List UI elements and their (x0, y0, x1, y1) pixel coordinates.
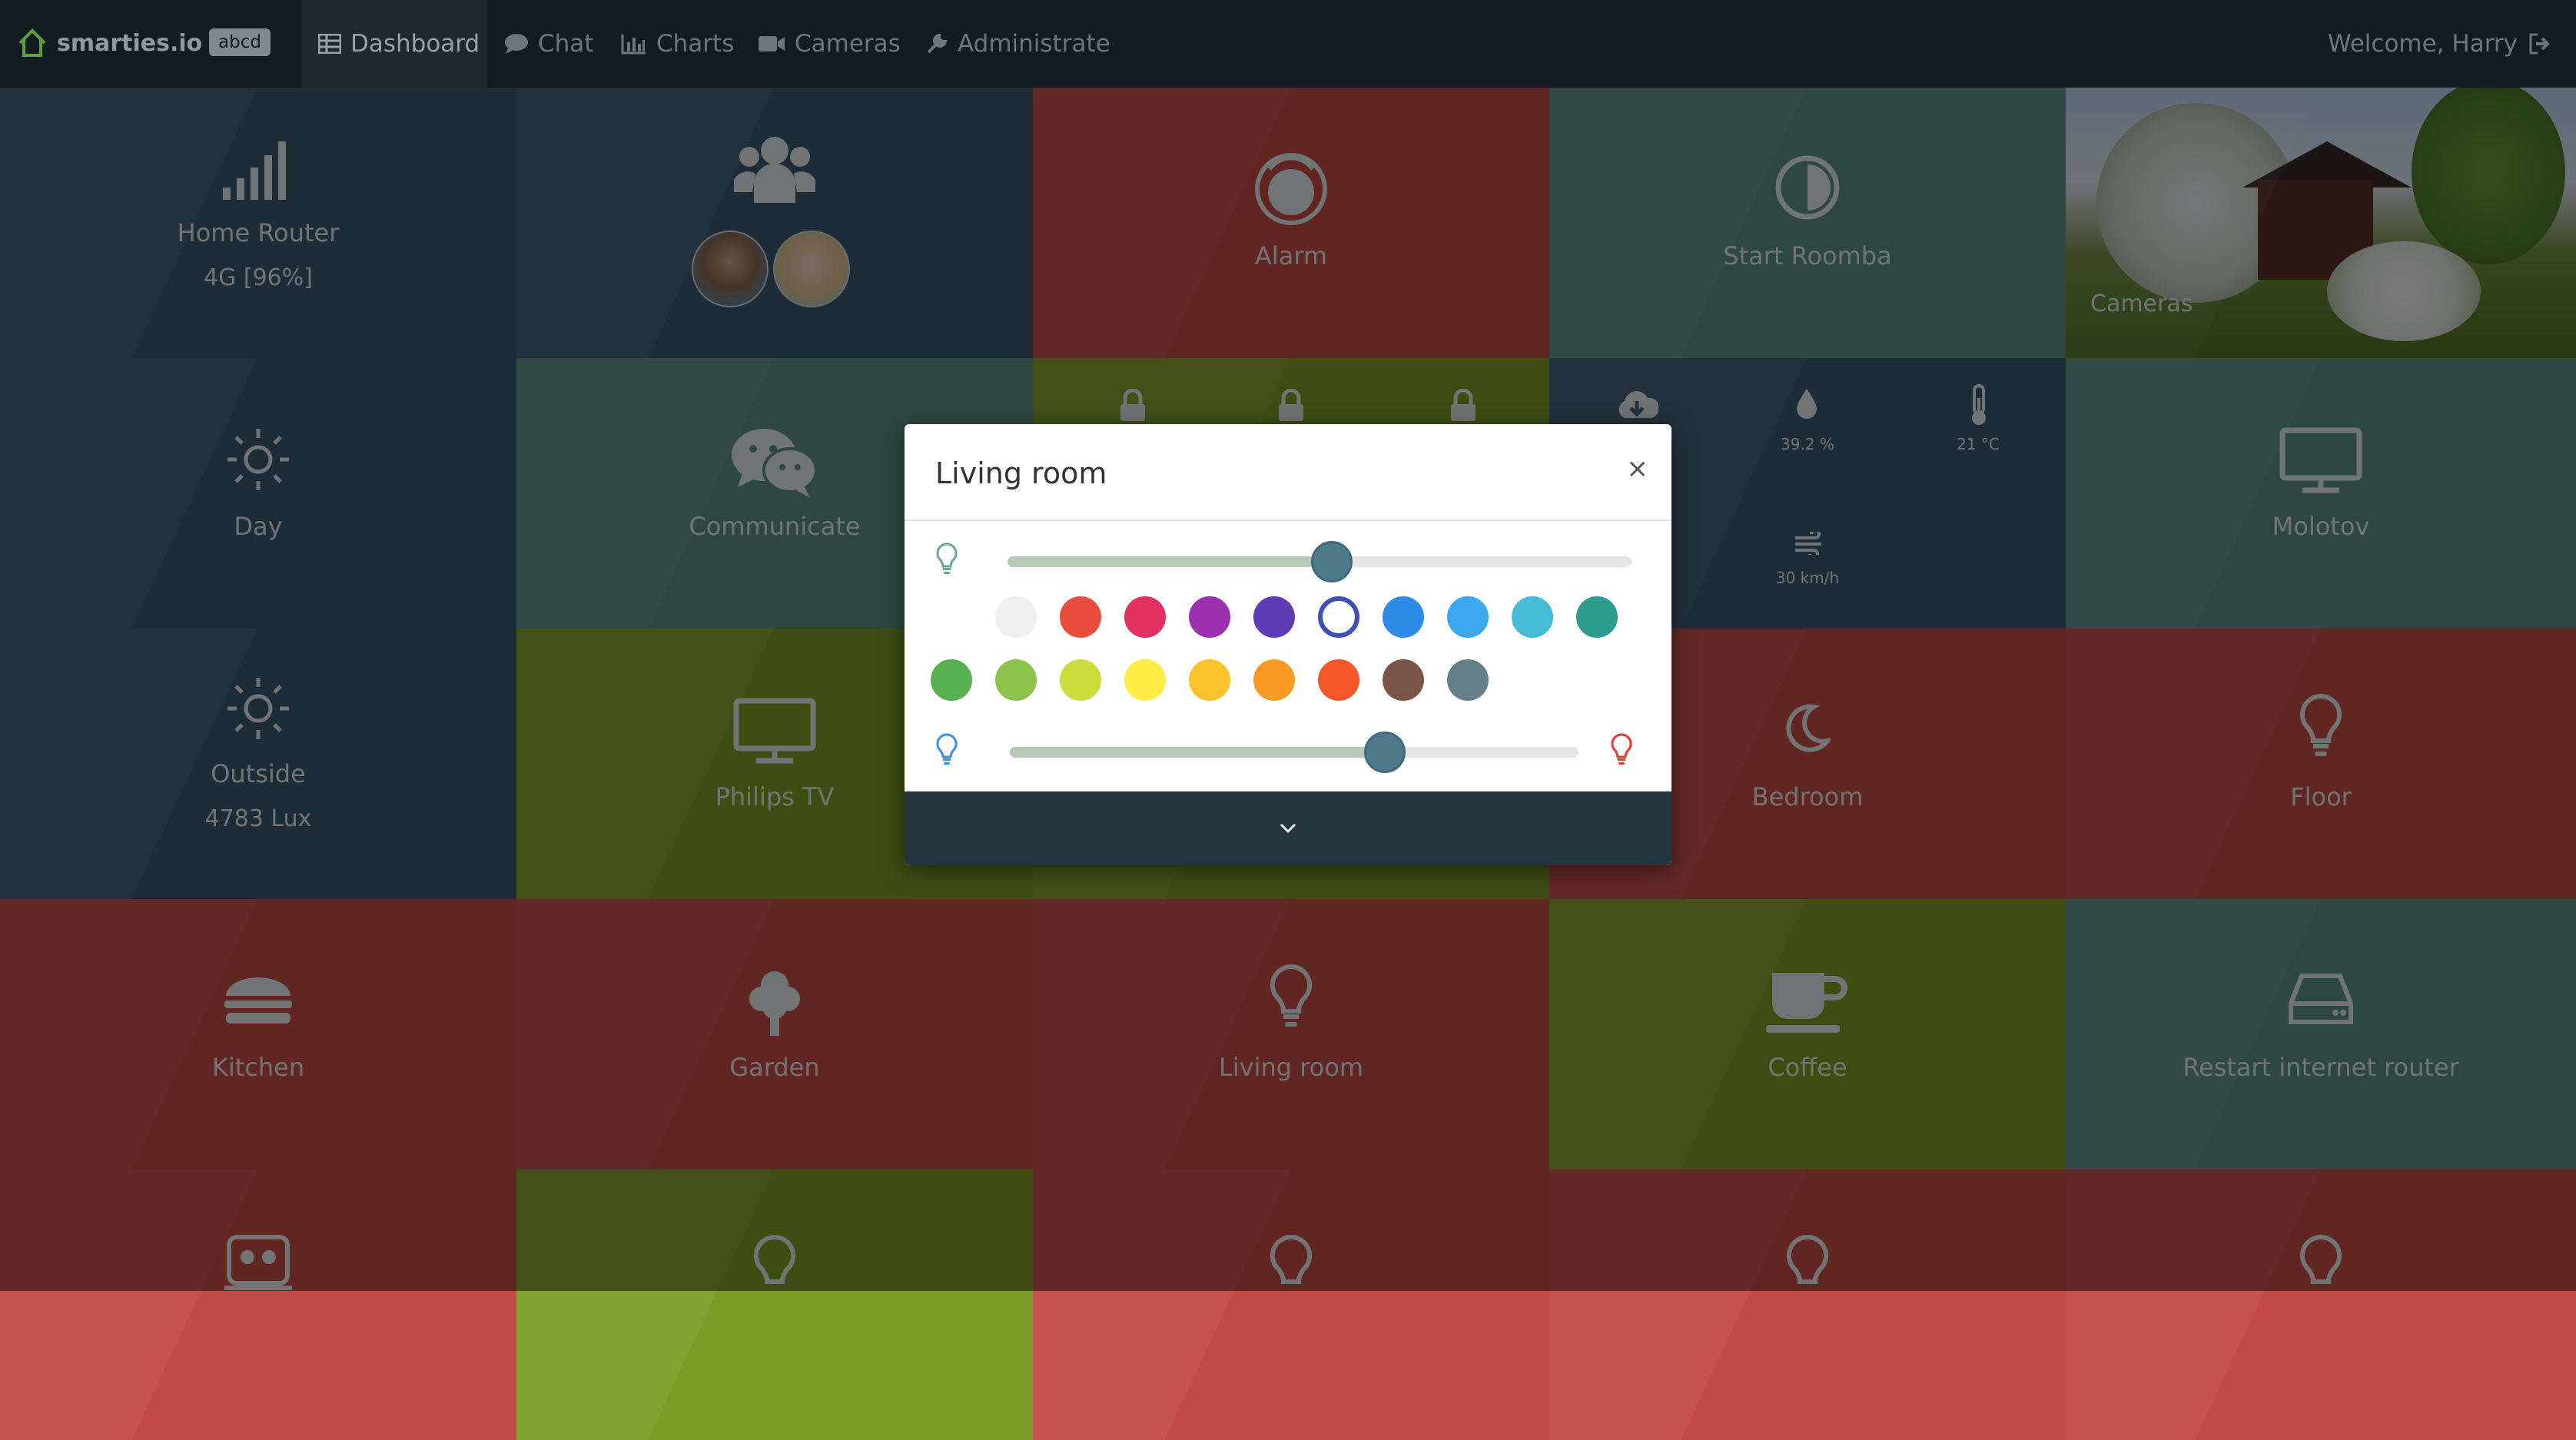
nav-charts[interactable]: Charts (621, 0, 734, 88)
expand-footer[interactable] (905, 791, 1671, 865)
close-button[interactable]: × (1627, 453, 1649, 484)
nav-administrate[interactable]: Administrate (925, 0, 1110, 88)
temperature-knob[interactable] (1364, 732, 1406, 773)
color-swatch[interactable] (1318, 596, 1359, 638)
color-swatch[interactable] (1383, 659, 1424, 701)
color-swatch[interactable] (1060, 596, 1101, 638)
brightness-slider[interactable] (1007, 541, 1632, 582)
modal-title: Living room (935, 456, 1107, 490)
color-swatch[interactable] (1253, 596, 1295, 638)
color-swatch[interactable] (1253, 659, 1295, 701)
color-swatch[interactable] (1124, 596, 1166, 638)
chevron-down-icon (1280, 823, 1296, 834)
color-swatch[interactable] (1447, 596, 1489, 638)
bar-chart-icon (621, 35, 646, 55)
home-icon (18, 28, 46, 57)
welcome-text: Welcome, Harry (2327, 30, 2518, 58)
video-camera-icon (759, 36, 785, 51)
color-swatch[interactable] (1383, 596, 1424, 638)
color-swatch[interactable] (1576, 596, 1618, 638)
lightbulb-blue-icon (935, 733, 958, 768)
brand-name: smarties.io (57, 29, 203, 57)
nav-label: Administrate (958, 30, 1110, 58)
color-swatch[interactable] (995, 659, 1037, 701)
color-swatch[interactable] (1318, 659, 1359, 701)
wrench-icon (927, 33, 948, 54)
brightness-fill (1007, 556, 1332, 567)
color-swatch[interactable] (995, 596, 1037, 638)
user-menu[interactable]: Welcome, Harry (2328, 0, 2551, 88)
brightness-knob[interactable] (1311, 541, 1353, 582)
modal-header: Living room × (905, 424, 1671, 521)
table-icon (318, 34, 341, 54)
color-swatch[interactable] (1189, 596, 1230, 638)
lightbulb-red-icon (1610, 733, 1633, 768)
nav-label: Chat (538, 30, 594, 58)
comment-icon (505, 34, 528, 54)
color-swatch[interactable] (931, 659, 972, 701)
temperature-fill (1010, 747, 1385, 758)
top-navbar: smarties.io abcd Dashboard Chat Charts C… (0, 0, 2576, 88)
lightbulb-icon (935, 542, 958, 578)
brand[interactable]: smarties.io (17, 20, 202, 66)
color-swatch[interactable] (1447, 659, 1489, 701)
color-swatch[interactable] (1124, 659, 1166, 701)
color-swatch[interactable] (1060, 659, 1101, 701)
site-badge: abcd (209, 28, 271, 56)
sign-out-icon (2529, 33, 2550, 55)
color-swatch[interactable] (1512, 596, 1553, 638)
living-room-dialog: Living room × (905, 424, 1671, 865)
nav-dashboard[interactable]: Dashboard (301, 0, 487, 88)
temperature-slider[interactable] (1010, 732, 1578, 773)
nav-label: Charts (656, 30, 735, 58)
nav-chat[interactable]: Chat (504, 0, 593, 88)
nav-cameras[interactable]: Cameras (758, 0, 901, 88)
color-swatch[interactable] (1189, 659, 1230, 701)
nav-label: Dashboard (350, 30, 480, 58)
nav-label: Cameras (795, 30, 901, 58)
